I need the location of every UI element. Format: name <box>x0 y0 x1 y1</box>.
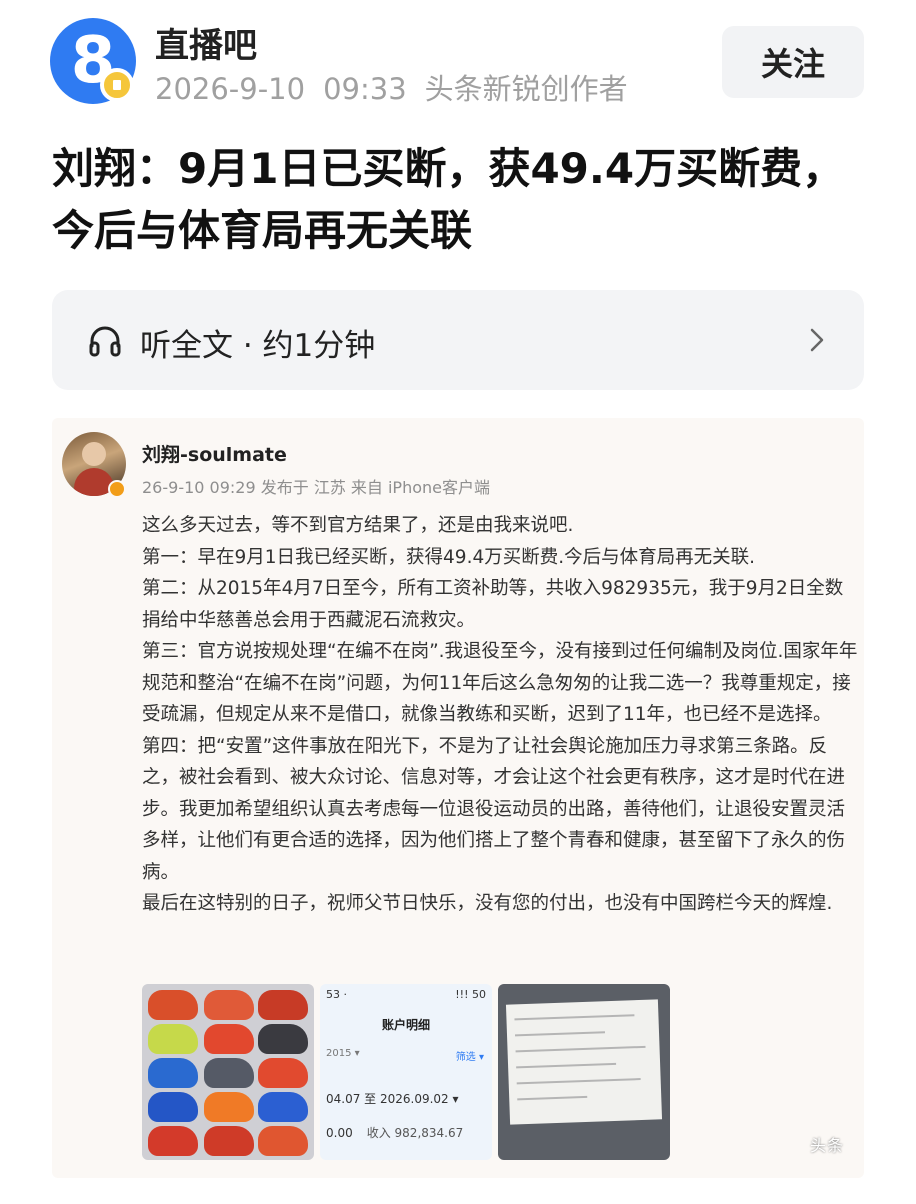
acct-status-left: 53 · <box>326 988 347 1001</box>
receipt-line <box>514 1014 635 1021</box>
acct-filter-right: 筛选 ▾ <box>455 1052 484 1063</box>
shoe-shape <box>258 1058 308 1088</box>
spikes-photo[interactable] <box>142 984 314 1160</box>
post-paragraph: 第三：官方说按规处理“在编不在岗”.我退役至今，没有接到过任何编制及岗位.国家年… <box>142 641 858 725</box>
shoe-shape <box>258 990 308 1020</box>
acct-date-range: 04.07 至 2026.09.02 ▾ <box>326 1092 459 1106</box>
shoe-shape <box>148 1126 198 1156</box>
acct-filter-left: 2015 ▾ <box>326 1048 360 1059</box>
embedded-post-screenshot: 刘翔-soulmate 26-9-10 09:29 发布于 江苏 来自 iPho… <box>52 418 864 1178</box>
acct-total-in: 收入 982,834.67 <box>366 1126 464 1140</box>
receipt-line <box>517 1095 588 1101</box>
publish-time: 09:33 <box>323 72 407 106</box>
publish-date: 2026-9-10 <box>155 72 306 106</box>
shoe-shape <box>258 1024 308 1054</box>
receipt-paper <box>505 999 663 1125</box>
shoe-shape <box>148 1092 198 1122</box>
receipt-line <box>516 1078 641 1085</box>
shoe-shape <box>204 990 254 1020</box>
author-name[interactable]: 直播吧 <box>155 18 257 67</box>
post-paragraph: 第二：从2015年4月7日至今，所有工资补助等，共收入982935元，我于9月2… <box>142 578 844 631</box>
publish-meta: 2026-9-10 09:33 头条新锐创作者 <box>155 66 628 108</box>
receipt-line <box>516 1062 617 1069</box>
account-details-screenshot[interactable]: 53 · !!! 50 账户明细 2015 ▾ 筛选 ▾ 04.07 至 202… <box>320 984 492 1160</box>
shoe-shape <box>258 1126 308 1156</box>
post-paragraph: 这么多天过去，等不到官方结果了，还是由我来说吧. <box>142 515 574 536</box>
receipt-line <box>515 1045 646 1053</box>
shoe-shape <box>148 1024 198 1054</box>
shoe-shape <box>148 1058 198 1088</box>
post-paragraph: 第一：早在9月1日我已经买断，获得49.4万买断费.今后与体育局再无关联. <box>142 546 755 568</box>
post-paragraph: 第四：把“安置”这件事放在阳光下，不是为了让社会舆论施加压力寻求第三条路。反之，… <box>142 735 846 883</box>
article-header: 8 直播吧 2026-9-10 09:33 头条新锐创作者 关注 <box>0 0 916 120</box>
post-body: 这么多天过去，等不到官方结果了，还是由我来说吧. 第一：早在9月1日我已经买断，… <box>142 510 858 920</box>
author-tag: 头条新锐创作者 <box>424 72 628 106</box>
post-username: 刘翔-soulmate <box>142 444 287 466</box>
shoe-shape <box>258 1092 308 1122</box>
creator-badge-icon <box>100 68 134 102</box>
verified-badge-icon <box>108 480 126 498</box>
watermark-text: 头条 <box>809 1136 844 1155</box>
shoe-shape <box>148 990 198 1020</box>
chevron-right-icon <box>810 328 824 352</box>
shoe-shape <box>204 1126 254 1156</box>
acct-totals: 0.00 收入 982,834.67 <box>326 1124 463 1141</box>
shoe-shape <box>204 1092 254 1122</box>
acct-total-out: 0.00 <box>326 1126 353 1140</box>
acct-status-right: !!! 50 <box>455 988 486 1001</box>
receipt-line <box>514 1031 606 1037</box>
donation-receipt-photo[interactable] <box>498 984 670 1160</box>
post-meta: 26-9-10 09:29 发布于 江苏 来自 iPhone客户端 <box>142 478 490 497</box>
headphone-icon <box>89 326 121 357</box>
post-paragraph: 最后在这特别的日子，祝师父节日快乐，没有您的付出，也没有中国跨栏今天的辉煌. <box>142 893 833 914</box>
acct-title: 账户明细 <box>381 1018 430 1032</box>
article-title: 刘翔：9月1日已买断，获49.4万买断费，今后与体育局再无关联 <box>52 144 845 255</box>
listen-label: 听全文 · 约1分钟 <box>140 328 376 364</box>
shoe-shape <box>204 1058 254 1088</box>
shoe-shape <box>204 1024 254 1054</box>
follow-button[interactable]: 关注 <box>722 26 864 98</box>
listen-full-text-bar[interactable]: 听全文 · 约1分钟 <box>52 290 864 390</box>
post-images: 53 · !!! 50 账户明细 2015 ▾ 筛选 ▾ 04.07 至 202… <box>142 984 862 1160</box>
